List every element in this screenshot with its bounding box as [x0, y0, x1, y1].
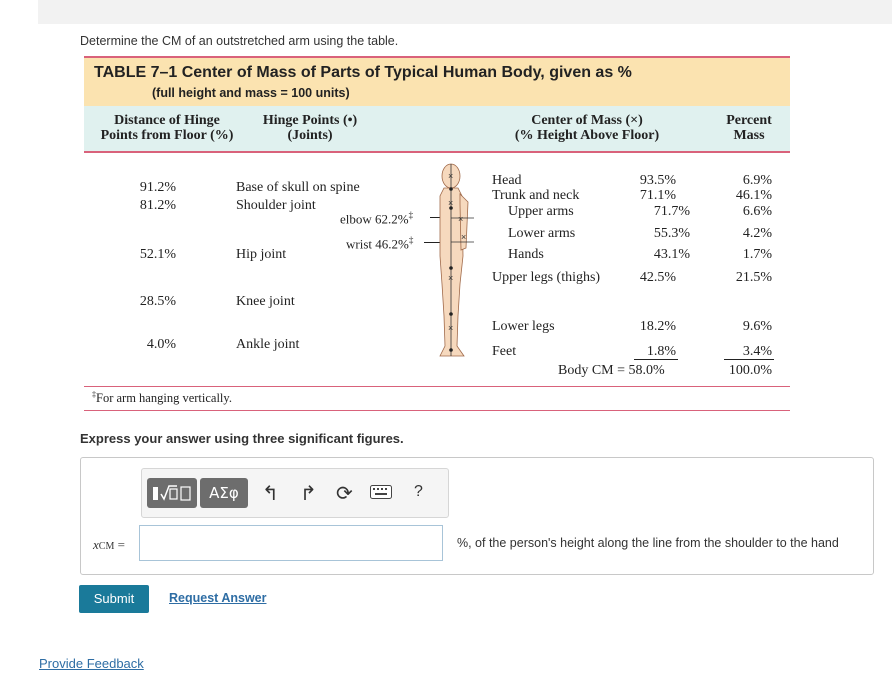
part-name: Hands — [508, 247, 544, 262]
keyboard-icon[interactable] — [370, 485, 392, 504]
col-distance-header: Distance of Hinge Points from Floor (%) — [100, 113, 234, 143]
wrist-label: wrist 46.2%‡ — [346, 235, 414, 252]
hinge-dist: 4.0% — [146, 337, 176, 352]
symbols-button[interactable]: ΑΣφ — [200, 478, 248, 508]
undo-icon[interactable]: ↰ — [262, 481, 279, 506]
part-name: Lower arms — [508, 226, 576, 241]
math-toolbar: ΑΣφ ↰ ↱ ⟳ ? — [141, 468, 449, 518]
part-mass: 3.4% — [742, 344, 772, 359]
part-mass: 4.2% — [742, 226, 772, 241]
footnote-rule — [84, 386, 790, 387]
body-cm: Body CM = 58.0% — [558, 363, 665, 378]
question-prompt: Determine the CM of an outstretched arm … — [80, 34, 399, 48]
hinge-name: Ankle joint — [236, 337, 300, 352]
svg-text:×: × — [458, 214, 463, 224]
hinge-name: Knee joint — [236, 294, 295, 309]
part-cm: 55.3% — [653, 226, 690, 241]
redo-icon[interactable]: ↱ — [300, 481, 317, 506]
table-bottom-rule — [84, 410, 790, 411]
part-cm: 18.2% — [639, 319, 676, 334]
top-band — [38, 0, 892, 24]
part-cm: 71.1% — [639, 188, 676, 203]
part-name: Head — [492, 173, 522, 188]
part-mass: 21.5% — [735, 270, 772, 285]
footnote: ‡For arm hanging vertically. — [92, 390, 232, 406]
sum-line — [634, 359, 678, 360]
hinge-name: Base of skull on spine — [236, 180, 360, 195]
svg-text:×: × — [448, 171, 453, 181]
part-name: Trunk and neck — [492, 188, 580, 203]
part-mass: 9.6% — [742, 319, 772, 334]
part-mass: 1.7% — [742, 247, 772, 262]
hinge-dist: 52.1% — [139, 247, 176, 262]
part-name: Upper arms — [508, 204, 574, 219]
col-hinge-header: Hinge Points (•) (Joints) — [262, 113, 358, 143]
part-name: Lower legs — [492, 319, 555, 334]
reset-icon[interactable]: ⟳ — [336, 481, 353, 506]
mass-total: 100.0% — [728, 363, 772, 378]
provide-feedback-link[interactable]: Provide Feedback — [39, 656, 144, 671]
answer-input[interactable] — [139, 525, 443, 561]
table-subtitle: (full height and mass = 100 units) — [152, 86, 350, 100]
col-cm-header: Center of Mass (×) (% Height Above Floor) — [514, 113, 660, 143]
answer-unit-text: %, of the person's height along the line… — [457, 536, 839, 550]
table-header: TABLE 7–1 Center of Mass of Parts of Typ… — [84, 56, 790, 109]
svg-text:×: × — [448, 323, 453, 333]
table-title: TABLE 7–1 Center of Mass of Parts of Typ… — [94, 64, 632, 81]
part-name: Feet — [492, 344, 517, 359]
part-name: Upper legs (thighs) — [492, 270, 601, 285]
elbow-label: elbow 62.2%‡ — [340, 210, 414, 227]
table-figure: TABLE 7–1 Center of Mass of Parts of Typ… — [84, 56, 790, 412]
part-cm: 93.5% — [639, 173, 676, 188]
part-mass: 46.1% — [735, 188, 772, 203]
part-mass: 6.9% — [742, 173, 772, 188]
part-cm: 1.8% — [646, 344, 676, 359]
hinge-dist: 81.2% — [139, 198, 176, 213]
hinge-name: Shoulder joint — [236, 198, 316, 213]
hinge-dist: 28.5% — [139, 294, 176, 309]
part-cm: 71.7% — [653, 204, 690, 219]
answer-variable-label: xCM = — [93, 537, 125, 552]
part-cm: 43.1% — [653, 247, 690, 262]
hinge-dist: 91.2% — [139, 180, 176, 195]
request-answer-link[interactable]: Request Answer — [169, 591, 266, 605]
part-cm: 42.5% — [639, 270, 676, 285]
col-mass-header: Percent Mass — [726, 113, 772, 143]
mass-sum-line — [724, 359, 774, 360]
templates-icon — [153, 485, 191, 501]
help-button[interactable]: ? — [414, 483, 423, 501]
part-mass: 6.6% — [742, 204, 772, 219]
svg-text:×: × — [461, 232, 466, 242]
hinge-name: Hip joint — [236, 247, 287, 262]
column-headers: Distance of Hinge Points from Floor (%) H… — [84, 106, 790, 153]
body-figure: ×××× ×× — [439, 163, 474, 357]
submit-button[interactable]: Submit — [79, 585, 149, 613]
templates-button[interactable] — [147, 478, 197, 508]
svg-text:×: × — [448, 273, 453, 283]
instruction-text: Express your answer using three signific… — [80, 431, 404, 446]
